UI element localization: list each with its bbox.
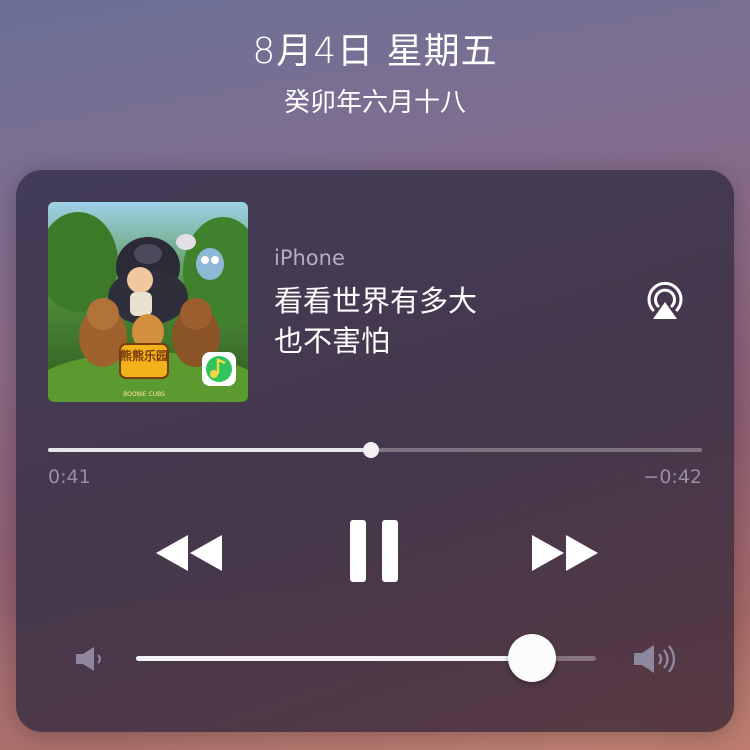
volume-low-icon <box>74 644 108 678</box>
scrubber-knob[interactable] <box>363 442 380 458</box>
volume-knob[interactable] <box>507 634 556 682</box>
track-subtitle: 也不害怕 <box>274 324 391 358</box>
fast-forward-button[interactable] <box>528 532 602 574</box>
volume-slider[interactable] <box>136 634 596 682</box>
artwork-title: 熊熊乐园 <box>120 348 168 363</box>
lockscreen-date: 8月4日 星期五 <box>252 31 498 72</box>
album-artwork[interactable]: 熊熊乐园 BOONIE CUBS <box>48 202 248 402</box>
output-device-label: iPhone <box>274 246 345 270</box>
qq-music-icon <box>202 352 236 386</box>
fast-forward-icon <box>532 535 598 571</box>
playback-scrubber[interactable] <box>48 438 702 462</box>
track-title: 看看世界有多大 <box>274 284 478 318</box>
elapsed-time: 0:41 <box>48 466 91 488</box>
pause-icon <box>350 520 398 582</box>
lunar-date: 癸卯年六月十八 <box>283 88 466 118</box>
scrubber-elapsed-fill <box>48 448 372 452</box>
now-playing-card: 熊熊乐园 BOONIE CUBS iPhone 看看世界有多大 也不害怕 0:4… <box>16 170 734 732</box>
rewind-icon <box>156 535 222 571</box>
remaining-time: −0:42 <box>643 466 702 488</box>
pause-button[interactable] <box>348 518 400 584</box>
airplay-icon[interactable] <box>642 278 688 324</box>
rewind-button[interactable] <box>152 532 226 574</box>
volume-fill <box>136 656 532 661</box>
artwork-footer: BOONIE CUBS <box>123 391 165 398</box>
volume-high-icon <box>632 640 684 682</box>
